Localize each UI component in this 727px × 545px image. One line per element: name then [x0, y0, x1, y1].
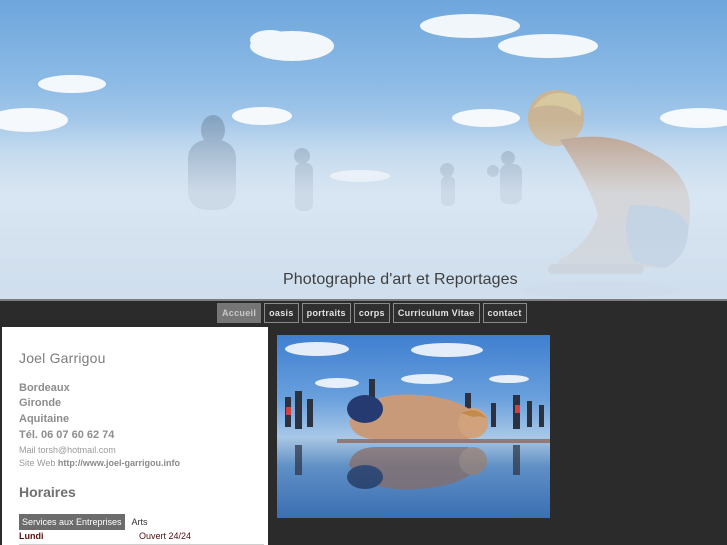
address-city: Bordeaux — [19, 382, 70, 394]
contact-panel: Joel Garrigou Bordeaux Gironde Aquitaine… — [2, 327, 268, 545]
email-line: Mail torsh@hotmail.com — [19, 445, 116, 455]
featured-photo[interactable] — [277, 335, 550, 518]
featured-photo-image — [285, 342, 550, 490]
email-link[interactable]: torsh@hotmail.com — [38, 445, 116, 455]
nav-item-accueil[interactable]: Accueil — [217, 303, 262, 323]
schedule-hours: Ouvert 24/24 — [139, 531, 192, 541]
address-department: Gironde — [19, 397, 62, 409]
website-label: Site Web — [19, 458, 56, 468]
website-link[interactable]: http://www.joel-garrigou.info — [58, 458, 180, 468]
nav-item-curriculum-vitae[interactable]: Curriculum Vitae — [392, 303, 480, 323]
nav-item-oasis[interactable]: oasis — [264, 303, 299, 323]
email-label: Mail — [19, 445, 36, 455]
schedule-title: Horaires — [19, 484, 76, 500]
nav-item-contact[interactable]: contact — [482, 303, 527, 323]
banner-divider — [0, 299, 727, 301]
site-tagline: Photographe d'art et Reportages — [283, 271, 518, 288]
phone-number: Tél. 06 07 60 62 74 — [19, 429, 115, 441]
schedule-day: Lundi — [19, 531, 44, 541]
header-banner: Photographe d'art et Reportages — [0, 0, 727, 299]
address-region: Aquitaine — [19, 413, 70, 425]
tab-services-entreprises[interactable]: Services aux Entreprises — [19, 514, 125, 530]
table-row: Lundi Ouvert 24/24 — [19, 531, 264, 545]
photographer-name: Joel Garrigou — [19, 350, 106, 366]
tab-arts[interactable]: Arts — [129, 514, 151, 530]
nav-item-portraits[interactable]: portraits — [301, 303, 351, 323]
main-nav: Accueil oasis portraits corps Curriculum… — [217, 303, 527, 323]
intro-text-cutoff — [277, 538, 727, 545]
nav-item-corps[interactable]: corps — [353, 303, 390, 323]
website-line: Site Web http://www.joel-garrigou.info — [19, 458, 180, 468]
schedule-tabs: Services aux Entreprises Arts — [19, 514, 151, 530]
